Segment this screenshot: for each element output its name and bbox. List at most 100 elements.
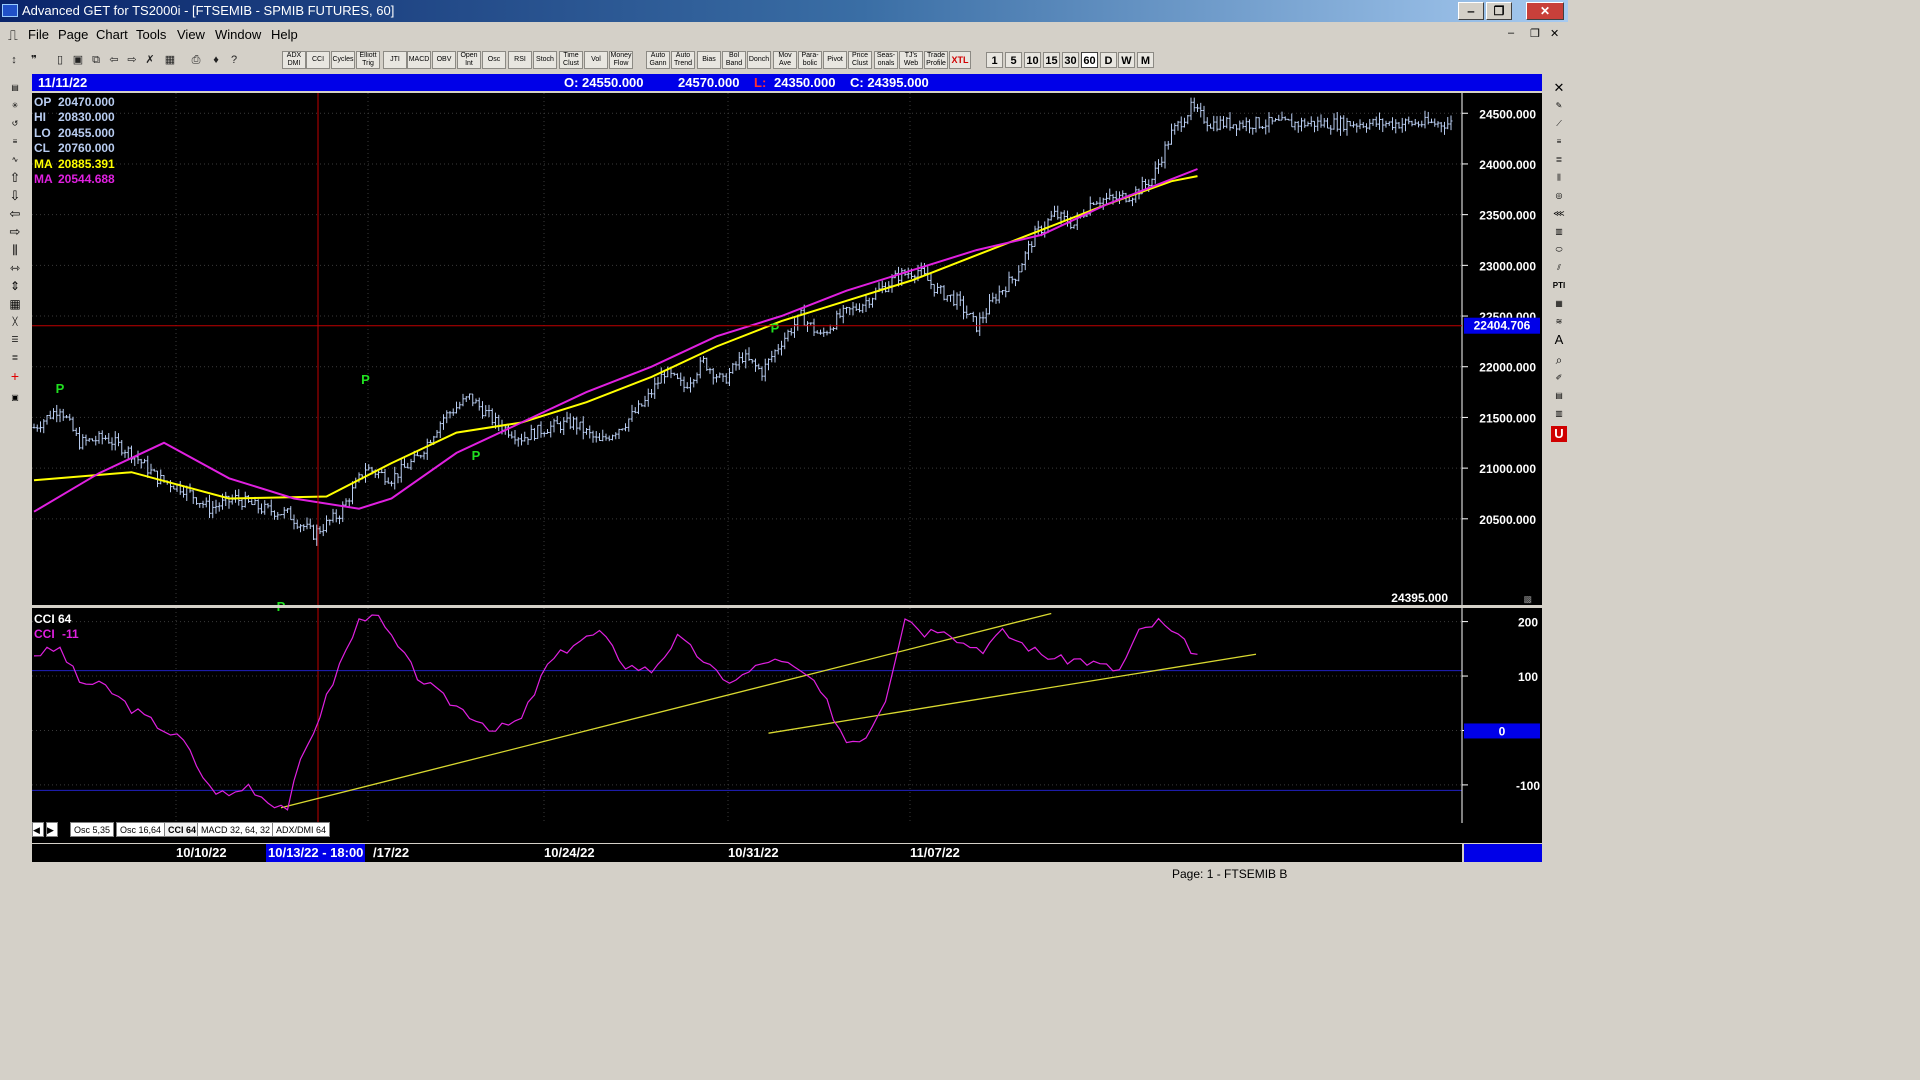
chart-canvas[interactable]: 20500.00021000.00021500.00022000.0002250… <box>32 93 1542 843</box>
close-button[interactable]: ✕ <box>1526 2 1564 20</box>
gann-fan-tool-icon[interactable]: ☰ <box>4 332 26 348</box>
u-tool-icon[interactable]: U <box>1551 426 1567 442</box>
magnifier-tool-icon[interactable]: ⌕ <box>1548 352 1570 368</box>
toolbar-btn-obv[interactable]: OBV <box>432 51 456 69</box>
mdi-restore-icon[interactable]: ❐ <box>1530 27 1540 40</box>
tab-osc-16-64[interactable]: Osc 16,64 <box>116 822 166 837</box>
toolbar-btn-para-bolic[interactable]: Para-bolic <box>798 51 822 69</box>
menu-tools[interactable]: Tools <box>136 27 166 42</box>
new-page-icon[interactable]: ▯ <box>52 52 68 68</box>
interval-btn-w[interactable]: W <box>1118 52 1135 68</box>
interval-btn-1[interactable]: 1 <box>986 52 1003 68</box>
mob-tool-icon[interactable]: ≋ <box>1548 314 1570 330</box>
tab-scroll-left-icon[interactable]: ◀ <box>32 822 44 837</box>
gann-tool-icon[interactable]: ✳ <box>4 98 26 114</box>
pti-tool-icon[interactable]: PTI <box>1548 278 1570 294</box>
toolbar-btn-macd[interactable]: MACD <box>407 51 431 69</box>
copy-icon[interactable]: ⧉ <box>88 52 104 68</box>
toolbar-btn-trade-profile[interactable]: Trade Profile <box>924 51 948 69</box>
toolbar-btn-vol[interactable]: Vol <box>584 51 608 69</box>
interval-btn-d[interactable]: D <box>1100 52 1117 68</box>
toolbar-btn-mov-ave[interactable]: Mov Ave <box>773 51 797 69</box>
cursor-tool-icon[interactable]: ↕ <box>6 52 22 68</box>
toolbar-btn-auto-gann[interactable]: Auto Gann <box>646 51 670 69</box>
toolbar-btn-rsi[interactable]: RSI <box>508 51 532 69</box>
arrow-up-icon[interactable]: ⇧ <box>4 170 26 186</box>
channel-tool-icon[interactable]: ⫽ <box>1548 260 1570 276</box>
panel-splitter[interactable] <box>32 605 1542 608</box>
toolbar-btn-money-flow[interactable]: Money Flow <box>609 51 633 69</box>
ellipse-tool-icon[interactable]: ⬭ <box>1548 242 1570 258</box>
menu-help[interactable]: Help <box>271 27 298 42</box>
help-icon[interactable]: ? <box>226 52 242 68</box>
toolbar-btn-donch[interactable]: Donch <box>747 51 771 69</box>
toolbar-btn-adx-dmi[interactable]: ADX DMI <box>282 51 306 69</box>
table-tool-icon[interactable]: ▤ <box>1548 388 1570 404</box>
crosshair-tool-icon[interactable]: + <box>4 368 26 384</box>
scale-icon[interactable]: ▩ <box>1523 594 1532 604</box>
menu-chart[interactable]: Chart <box>96 27 128 42</box>
clipboard-tool-icon[interactable]: ▣ <box>4 390 26 406</box>
toolbar-btn-open-int[interactable]: Open Int <box>457 51 481 69</box>
arrow-right-icon[interactable]: ⇨ <box>4 224 26 240</box>
zoom-tool-icon[interactable]: ⇕ <box>4 278 26 294</box>
toolbar-btn-auto-trend[interactable]: Auto Trend <box>671 51 695 69</box>
text-tool-icon[interactable]: A <box>1548 332 1570 348</box>
paint-tool-icon[interactable]: ✐ <box>1548 370 1570 386</box>
grid-icon[interactable]: ▦ <box>162 52 178 68</box>
arrow-left-icon[interactable]: ⇦ <box>4 206 26 222</box>
toolbar-btn-price-clust[interactable]: Price Clust <box>848 51 872 69</box>
menu-view[interactable]: View <box>177 27 205 42</box>
open-icon[interactable]: ▣ <box>70 52 86 68</box>
back-icon[interactable]: ⇦ <box>106 52 122 68</box>
menu-file[interactable]: File <box>28 27 49 42</box>
toolbar-btn-xtl[interactable]: XTL <box>949 51 971 69</box>
erase-tool-icon[interactable]: ✕ <box>1548 80 1570 96</box>
fib-retrace-tool-icon[interactable]: ≡ <box>1548 134 1570 150</box>
lines-tool-icon[interactable]: ╳ <box>4 314 26 330</box>
fib-tool-icon[interactable]: ≣ <box>4 350 26 366</box>
mdi-minimize-icon[interactable]: ‒ <box>1508 27 1514 39</box>
interval-btn-m[interactable]: M <box>1137 52 1154 68</box>
folder-tool-icon[interactable]: ▤ <box>4 80 26 96</box>
toolbar-btn-bol-band[interactable]: Bol Band <box>722 51 746 69</box>
tab-macd-32-64-32[interactable]: MACD 32, 64, 32 <box>197 822 275 837</box>
interval-btn-15[interactable]: 15 <box>1043 52 1060 68</box>
maximize-button[interactable]: ❐ <box>1486 2 1512 20</box>
toolbar-btn-jti[interactable]: JTI <box>383 51 407 69</box>
tab-osc-5-35[interactable]: Osc 5,35 <box>70 822 115 837</box>
interval-btn-10[interactable]: 10 <box>1024 52 1041 68</box>
toolbar-btn-stoch[interactable]: Stoch <box>533 51 557 69</box>
print-icon[interactable]: ⎙ <box>188 52 204 68</box>
study-tool-icon[interactable]: ≡ <box>4 134 26 150</box>
tab-cci-64[interactable]: CCI 64 <box>164 822 201 837</box>
menu-window[interactable]: Window <box>215 27 261 42</box>
toolbar-btn-osc[interactable]: Osc <box>482 51 506 69</box>
cancel-icon[interactable]: ✗ <box>142 52 158 68</box>
bulb-icon[interactable]: ♦ <box>208 52 224 68</box>
bars-tool-icon[interactable]: ⫼ <box>4 242 26 258</box>
interval-btn-60[interactable]: 60 <box>1081 52 1098 68</box>
toolbar-btn-tj-s-web[interactable]: TJ's Web <box>899 51 923 69</box>
elliott-tool-icon[interactable]: ∿ <box>4 152 26 168</box>
quote-tool-icon[interactable]: ❞ <box>26 52 42 68</box>
tab-scroll-right-icon[interactable]: ▶ <box>46 822 58 837</box>
toolbar-btn-cci[interactable]: CCI <box>306 51 330 69</box>
arrow-down-icon[interactable]: ⇩ <box>4 188 26 204</box>
tab-adx-dmi-64[interactable]: ADX/DMI 64 <box>272 822 331 837</box>
toolbar-btn-seas-onals[interactable]: Seas-onals <box>874 51 898 69</box>
toolbar-btn-pivot[interactable]: Pivot <box>823 51 847 69</box>
mdi-close-icon[interactable]: ✕ <box>1550 27 1559 40</box>
toolbar-btn-time-clust[interactable]: Time Clust <box>559 51 583 69</box>
fib-ext-tool-icon[interactable]: ≣ <box>1548 152 1570 168</box>
toolbar-btn-elliott-trig[interactable]: Elliott Trig <box>356 51 380 69</box>
spiral-tool-icon[interactable]: ◎ <box>1548 188 1570 204</box>
minimize-button[interactable]: ‒ <box>1458 2 1484 20</box>
grid-tool-icon[interactable]: ▦ <box>4 296 26 312</box>
grid2-tool-icon[interactable]: ▦ <box>1548 296 1570 312</box>
interval-btn-30[interactable]: 30 <box>1062 52 1079 68</box>
box-tool-icon[interactable]: ▥ <box>1548 224 1570 240</box>
list-tool-icon[interactable]: ▥ <box>1548 406 1570 422</box>
trendline-tool-icon[interactable]: ⟋ <box>1548 116 1570 132</box>
menu-page[interactable]: Page <box>58 27 88 42</box>
